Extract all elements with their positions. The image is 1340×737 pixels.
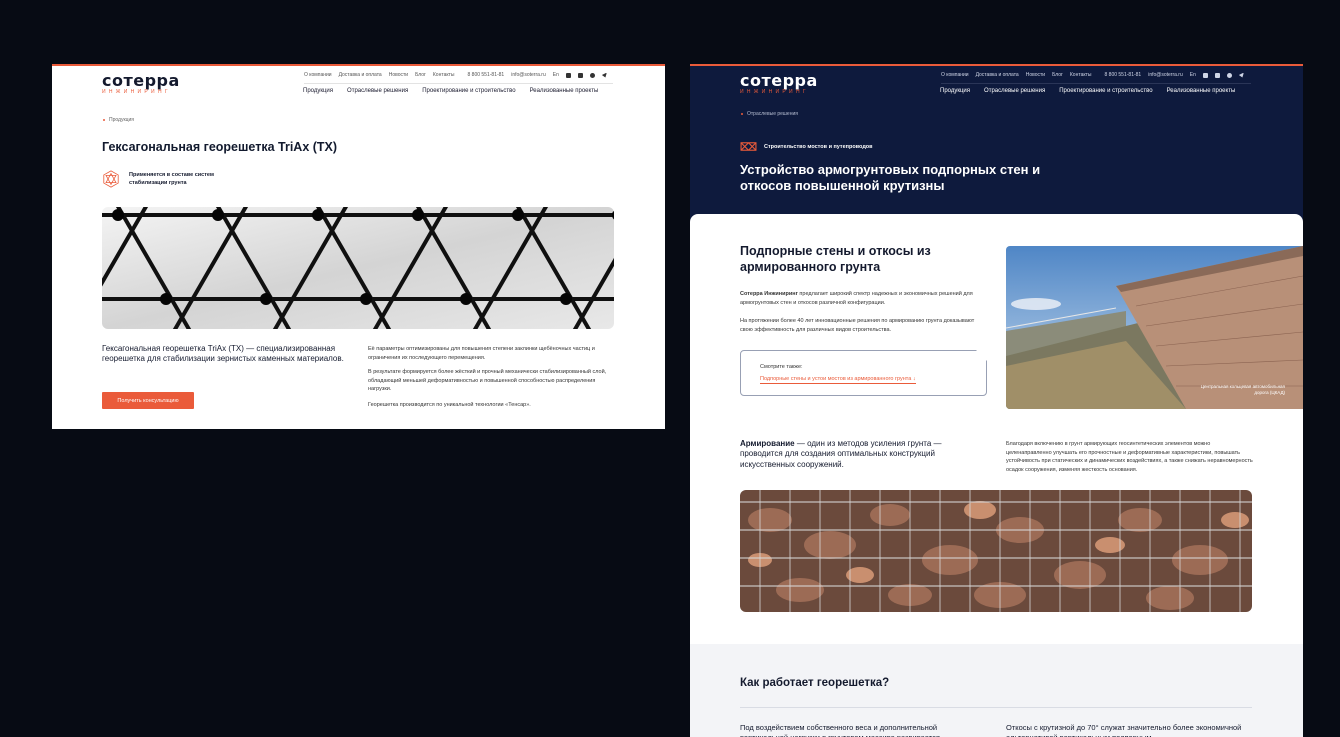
intro-company-name: Сотерра Инжиниринг — [740, 291, 798, 297]
topnav-about[interactable]: О компании — [941, 72, 969, 78]
phone-link[interactable]: 8 800 551-81-81 — [468, 72, 505, 78]
bridge-icon — [740, 142, 757, 151]
email-link[interactable]: info@soterra.ru — [1148, 72, 1183, 78]
whatsapp-icon[interactable] — [1226, 72, 1232, 78]
breadcrumb[interactable]: Отраслевые решения — [741, 111, 798, 117]
topnav-delivery[interactable]: Доставка и оплата — [339, 72, 382, 78]
main-nav: Продукция Отраслевые решения Проектирова… — [940, 88, 1235, 94]
email-link[interactable]: info@soterra.ru — [511, 72, 546, 78]
topnav-contacts[interactable]: Контакты — [1070, 72, 1092, 78]
whatsapp-icon[interactable] — [589, 72, 595, 78]
breadcrumb-dot-icon — [741, 113, 743, 115]
topnav-blog[interactable]: Блог — [1052, 72, 1063, 78]
vk-icon[interactable] — [577, 72, 583, 78]
reinforcement-lead: Армирование — один из методов усиления г… — [740, 439, 965, 470]
breadcrumb-dot-icon — [103, 119, 105, 121]
gabion-photo — [740, 490, 1252, 612]
main-nav: Продукция Отраслевые решения Проектирова… — [303, 88, 598, 94]
how-it-works-title: Как работает георешетка? — [740, 677, 890, 689]
product-para-2: В результате формируется более жёсткий и… — [368, 369, 607, 393]
brand-subtitle: ИНЖИНИРИНГ — [102, 89, 171, 95]
phone-link[interactable]: 8 800 551-81-81 — [1105, 72, 1142, 78]
lang-switch[interactable]: En — [553, 72, 559, 78]
how-it-works-section: Как работает георешетка? Под воздействие… — [690, 644, 1303, 737]
top-nav: О компании Доставка и оплата Новости Бло… — [941, 72, 1244, 78]
reinforcement-paragraph: Благодаря включению в грунт армирующих г… — [1006, 441, 1253, 473]
triax-geogrid-photo — [102, 207, 614, 329]
topnav-news[interactable]: Новости — [389, 72, 408, 78]
nav-design[interactable]: Проектирование и строительство — [1059, 88, 1152, 94]
youtube-icon[interactable] — [1202, 72, 1208, 78]
topnav-contacts[interactable]: Контакты — [433, 72, 455, 78]
brand-wordmark: сотерра — [740, 71, 818, 90]
consultation-button[interactable]: Получить консультацию — [102, 392, 194, 409]
section-title: Подпорные стены и откосы из армированног… — [740, 244, 931, 274]
feature-text: Применяется в составе систем стабилизаци… — [129, 172, 214, 186]
see-also-card: Смотрите также: Подпорные стены и устои … — [740, 350, 987, 396]
see-also-label: Смотрите также: — [760, 364, 803, 370]
topnav-blog[interactable]: Блог — [415, 72, 426, 78]
see-also-link[interactable]: Подпорные стены и устои мостов из армиро… — [760, 376, 916, 384]
category-label: Строительство мостов и путепроводов — [764, 144, 873, 150]
nav-design[interactable]: Проектирование и строительство — [422, 88, 515, 94]
topnav-news[interactable]: Новости — [1026, 72, 1045, 78]
product-para-3: Георешетка производится по уникальной те… — [368, 402, 531, 408]
breadcrumb-label: Отраслевые решения — [747, 111, 798, 117]
intro-paragraph: Сотерра Инжиниринг предлагает широкий сп… — [740, 290, 980, 307]
brand-subtitle: ИНЖИНИРИНГ — [740, 89, 809, 95]
nav-solutions[interactable]: Отраслевые решения — [984, 88, 1045, 94]
lang-switch[interactable]: En — [1190, 72, 1196, 78]
nav-projects[interactable]: Реализованные проекты — [1167, 88, 1236, 94]
nav-products[interactable]: Продукция — [940, 88, 970, 94]
product-lead: Гексагональная георешетка TriAx (TX) — с… — [102, 344, 344, 364]
brand-logo[interactable]: сотерра ИНЖИНИРИНГ — [740, 73, 818, 95]
nav-solutions[interactable]: Отраслевые решения — [347, 88, 408, 94]
brand-wordmark: сотерра — [102, 71, 180, 90]
breadcrumb[interactable]: Продукция — [103, 117, 134, 123]
photo-caption: Центральная кольцевая автомобильная доро… — [1200, 384, 1285, 396]
content-panel: Подпорные стены и откосы из армированног… — [690, 214, 1303, 737]
nav-products[interactable]: Продукция — [303, 88, 333, 94]
telegram-icon[interactable] — [601, 72, 607, 78]
how-right-text: Откосы с крутизной до 70° служат значите… — [1006, 723, 1242, 737]
reinforcement-term: Армирование — [740, 439, 795, 448]
how-left-text: Под воздействием собственного веса и доп… — [740, 723, 940, 737]
header-divider — [304, 83, 613, 84]
topnav-delivery[interactable]: Доставка и оплата — [976, 72, 1019, 78]
telegram-icon[interactable] — [1238, 72, 1244, 78]
solution-page-screen: сотерра ИНЖИНИРИНГ О компании Доставка и… — [690, 64, 1303, 737]
product-page-screen: сотерра ИНЖИНИРИНГ О компании Доставка и… — [52, 64, 665, 429]
header-divider — [941, 83, 1251, 84]
page-title: Гексагональная георешетка TriAx (TX) — [102, 140, 338, 154]
breadcrumb-label: Продукция — [109, 117, 135, 123]
section-divider — [740, 707, 1252, 708]
product-para-1: Её параметры оптимизированы для повышени… — [368, 346, 595, 361]
intro-paragraph-2: На протяжении более 40 лет инновационные… — [740, 318, 975, 333]
vk-icon[interactable] — [1214, 72, 1220, 78]
page-title: Устройство армогрунтовых подпорных стен … — [740, 162, 1041, 194]
topnav-about[interactable]: О компании — [304, 72, 332, 78]
youtube-icon[interactable] — [565, 72, 571, 78]
nav-projects[interactable]: Реализованные проекты — [530, 88, 599, 94]
hex-grid-icon — [103, 170, 119, 188]
brand-logo[interactable]: сотерра ИНЖИНИРИНГ — [102, 73, 180, 95]
top-nav: О компании Доставка и оплата Новости Бло… — [304, 72, 607, 78]
